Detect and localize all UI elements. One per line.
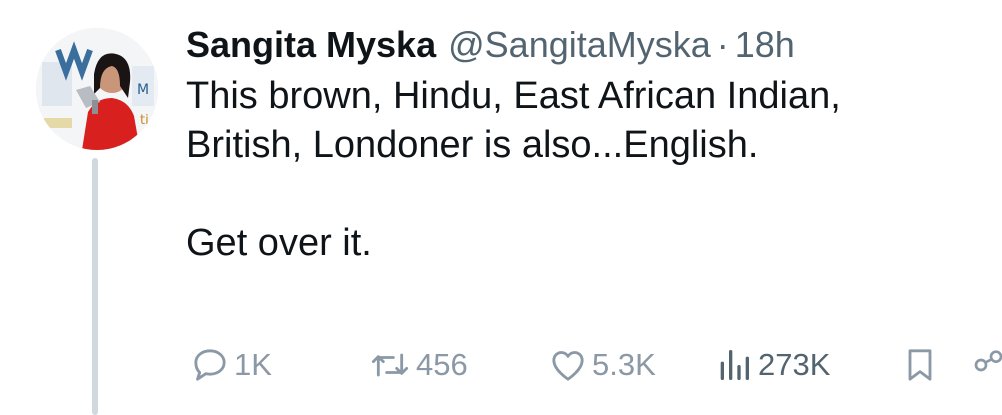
like-count: 5.3K <box>592 347 656 382</box>
display-name[interactable]: Sangita Myska <box>186 20 436 70</box>
reply-count: 1K <box>234 347 272 382</box>
separator-dot: · <box>716 24 729 65</box>
avatar[interactable]: M ti <box>36 28 158 150</box>
thread-line <box>92 158 98 415</box>
views-button[interactable]: 273K <box>714 345 830 385</box>
heart-icon <box>548 345 588 385</box>
tweet-text-line: British, Londoner is also...English. <box>186 124 759 166</box>
retweet-count: 456 <box>416 347 468 382</box>
timestamp[interactable]: 18h <box>735 20 795 70</box>
avatar-photo: M ti <box>36 28 158 150</box>
like-button[interactable]: 5.3K <box>548 345 656 385</box>
bookmark-button[interactable] <box>900 345 940 385</box>
svg-text:M: M <box>137 82 149 98</box>
avatar-column: M ti <box>0 0 190 415</box>
share-icon <box>970 345 1002 385</box>
bookmark-icon <box>900 345 940 385</box>
speech-bubble-icon <box>190 345 230 385</box>
action-bar: 1K 456 5.3K 273K <box>186 345 1002 395</box>
tweet-text-line: Get over it. <box>186 222 372 264</box>
view-count: 273K <box>758 347 831 382</box>
bar-chart-icon <box>714 345 754 385</box>
tweet-header: Sangita Myska @SangitaMyska · 18h <box>186 20 1002 70</box>
reply-button[interactable]: 1K <box>190 345 272 385</box>
share-button[interactable] <box>970 345 1002 385</box>
user-handle[interactable]: @SangitaMyska <box>448 20 711 70</box>
retweet-arrows-icon <box>368 345 412 385</box>
svg-text:ti: ti <box>140 113 149 128</box>
retweet-button[interactable]: 456 <box>368 345 468 385</box>
tweet-text: This brown, Hindu, East African Indian, … <box>186 72 1002 268</box>
tweet-text-line: This brown, Hindu, East African Indian, <box>186 75 841 117</box>
tweet-content: Sangita Myska @SangitaMyska · 18h This b… <box>186 20 1002 268</box>
